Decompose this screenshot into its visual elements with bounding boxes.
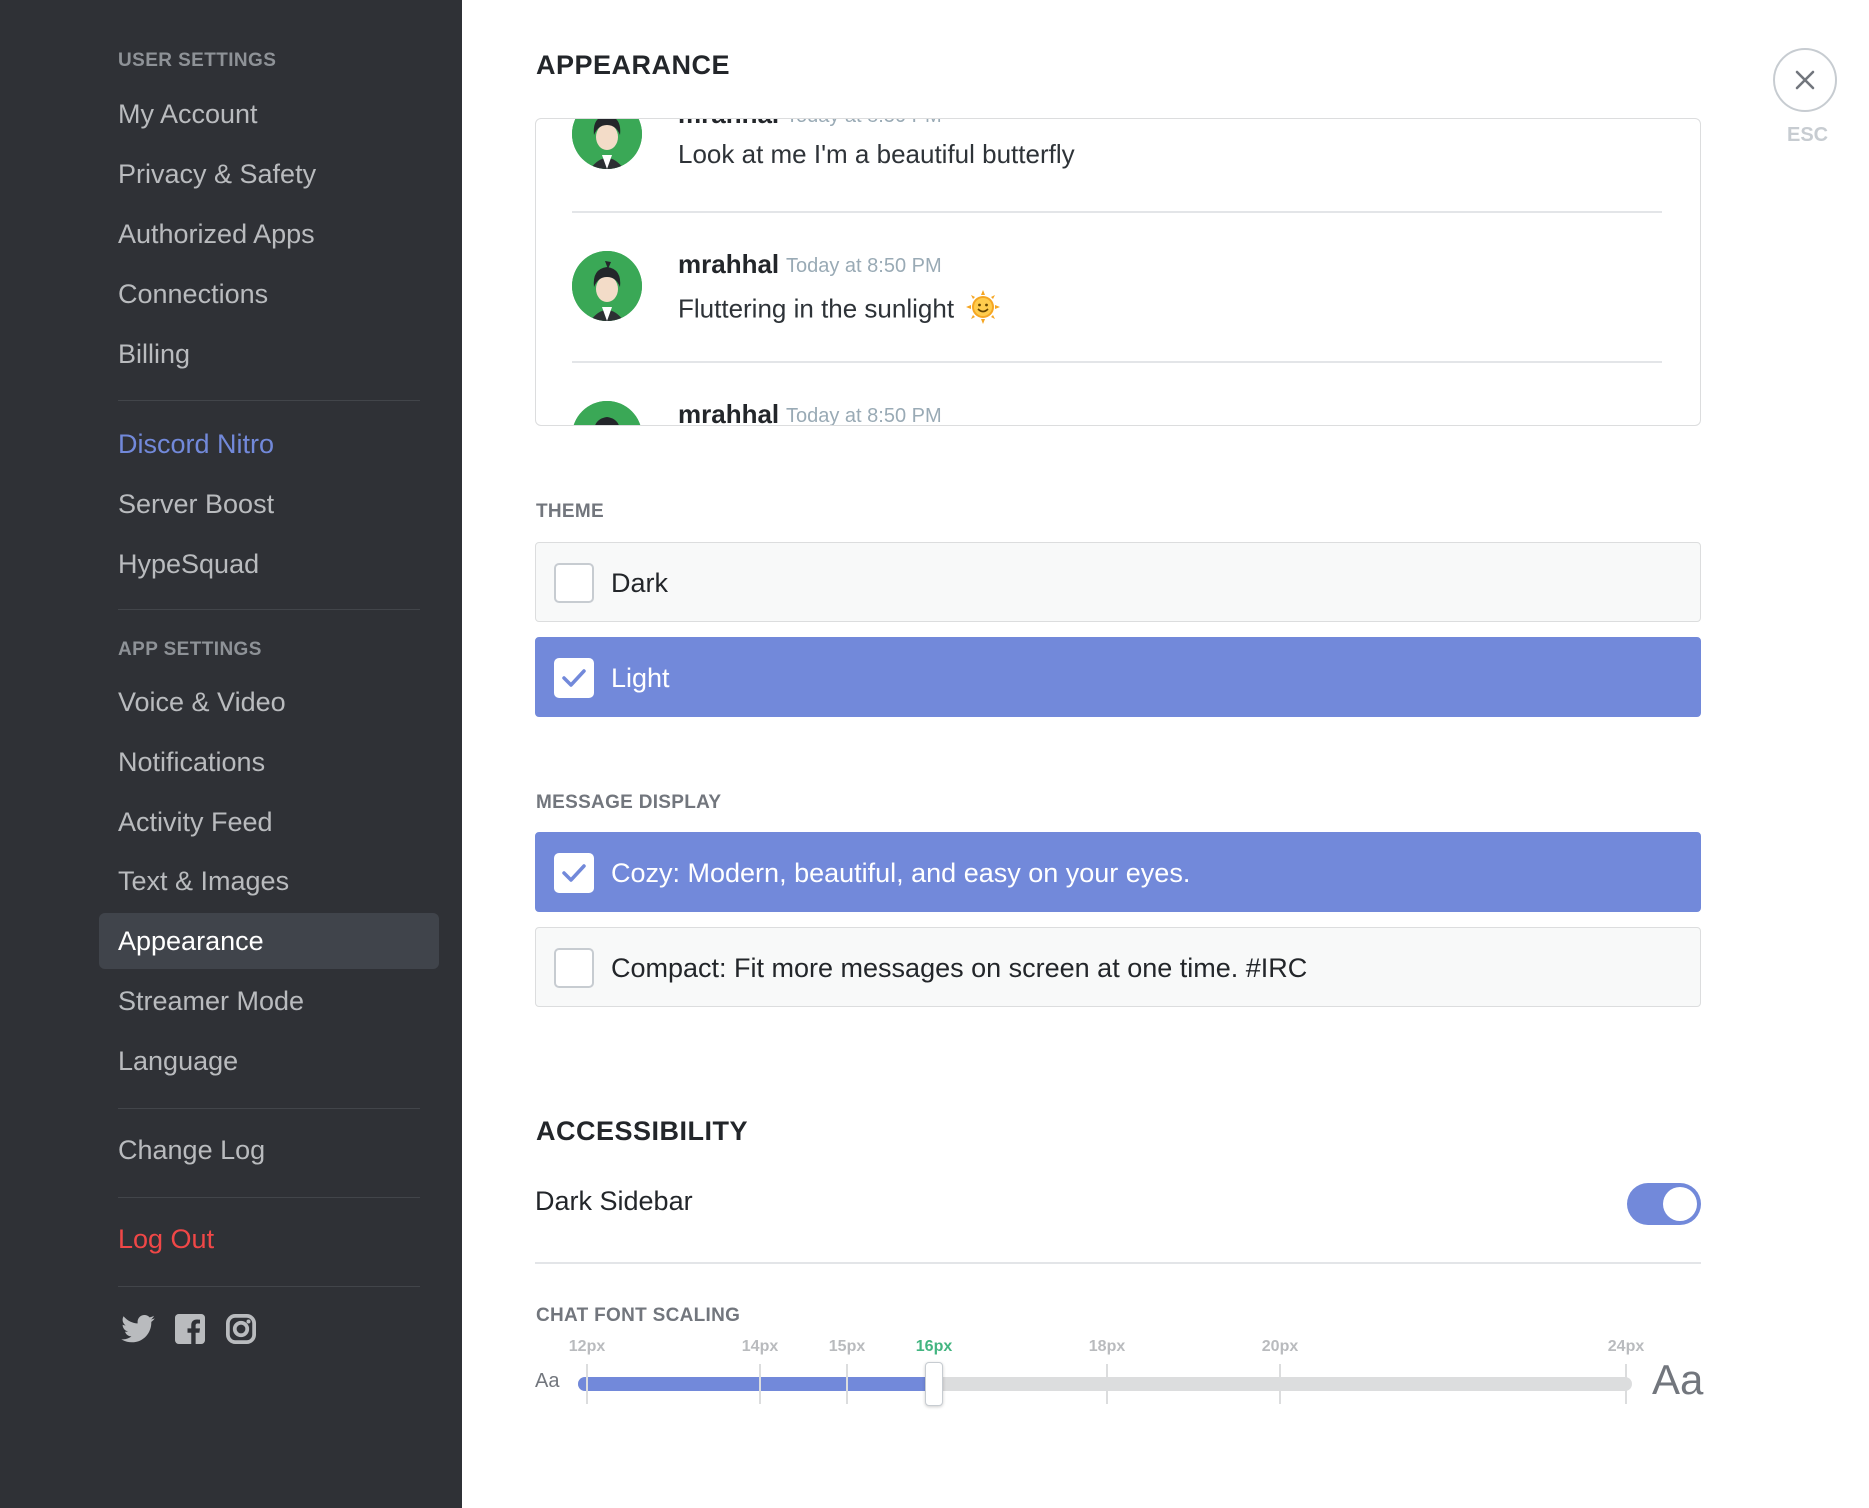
sidebar-divider bbox=[118, 1286, 420, 1287]
slider-tick bbox=[1279, 1364, 1281, 1404]
theme-option-dark[interactable]: Dark bbox=[535, 542, 1701, 622]
tick-label-20px: 20px bbox=[1261, 1338, 1299, 1355]
sidebar-item-server-boost[interactable]: Server Boost bbox=[99, 476, 439, 532]
theme-option-light[interactable]: Light bbox=[535, 637, 1701, 717]
tick-label-18px: 18px bbox=[1088, 1338, 1126, 1355]
sidebar-divider bbox=[118, 1108, 420, 1109]
message-display-header: MESSAGE DISPLAY bbox=[536, 792, 722, 813]
font-size-small-label: Aa bbox=[535, 1370, 560, 1392]
sidebar-item-discord-nitro[interactable]: Discord Nitro bbox=[99, 416, 439, 472]
settings-sidebar: USER SETTINGS My Account Privacy & Safet… bbox=[0, 0, 462, 1508]
sidebar-item-text-images[interactable]: Text & Images bbox=[99, 853, 439, 909]
twitter-icon[interactable] bbox=[119, 1310, 157, 1348]
accessibility-title: ACCESSIBILITY bbox=[536, 1116, 749, 1146]
slider-tick bbox=[759, 1364, 761, 1404]
user-settings-header: USER SETTINGS bbox=[118, 50, 277, 71]
tick-label-12px: 12px bbox=[568, 1338, 606, 1355]
sun-emoji-icon bbox=[965, 289, 1001, 332]
checkbox[interactable] bbox=[554, 563, 594, 603]
message-timestamp: Today at 8:50 PM bbox=[786, 255, 942, 277]
sidebar-item-log-out[interactable]: Log Out bbox=[99, 1211, 439, 1267]
sidebar-item-hypesquad[interactable]: HypeSquad bbox=[99, 536, 439, 592]
close-icon bbox=[1795, 70, 1815, 90]
preview-message: mrahhal Today at 8:50 PM Fluttering in t… bbox=[536, 229, 1700, 379]
avatar bbox=[572, 401, 642, 425]
message-divider bbox=[572, 361, 1662, 363]
message-timestamp: Today at 8:50 PM bbox=[786, 405, 942, 426]
font-size-large-label: Aa bbox=[1652, 1356, 1704, 1403]
preview-message: mrahhal Today at 8:50 PM bbox=[536, 379, 1700, 426]
font-scale-track-fill bbox=[578, 1377, 934, 1391]
tick-label-15px: 15px bbox=[828, 1338, 866, 1355]
message-text-row: Fluttering in the sunlight bbox=[678, 289, 1001, 332]
slider-tick bbox=[1106, 1364, 1108, 1404]
instagram-icon[interactable] bbox=[222, 1310, 260, 1348]
display-option-cozy[interactable]: Cozy: Modern, beautiful, and easy on you… bbox=[535, 832, 1701, 912]
avatar bbox=[572, 119, 642, 169]
slider-tick bbox=[1625, 1364, 1627, 1404]
checkmark-icon bbox=[562, 864, 586, 882]
sidebar-item-activity-feed[interactable]: Activity Feed bbox=[99, 794, 439, 850]
sidebar-item-language[interactable]: Language bbox=[99, 1033, 439, 1089]
chat-font-scaling-header: CHAT FONT SCALING bbox=[536, 1305, 741, 1326]
sidebar-item-appearance[interactable]: Appearance bbox=[99, 913, 439, 969]
close-button[interactable] bbox=[1773, 48, 1837, 112]
sidebar-divider bbox=[118, 1197, 420, 1198]
dark-sidebar-label: Dark Sidebar bbox=[535, 1186, 693, 1216]
sidebar-item-authorized-apps[interactable]: Authorized Apps bbox=[99, 206, 439, 262]
sidebar-item-connections[interactable]: Connections bbox=[99, 266, 439, 322]
message-author: mrahhal bbox=[678, 249, 780, 279]
sidebar-item-notifications[interactable]: Notifications bbox=[99, 734, 439, 790]
esc-label: ESC bbox=[1787, 124, 1829, 146]
message-text: Look at me I'm a beautiful butterfly bbox=[678, 139, 1075, 169]
message-divider bbox=[572, 211, 1662, 213]
option-label: Light bbox=[611, 663, 670, 693]
avatar bbox=[572, 251, 642, 321]
toggle-knob bbox=[1663, 1187, 1697, 1221]
dark-sidebar-toggle[interactable] bbox=[1627, 1183, 1701, 1225]
sidebar-divider bbox=[118, 609, 420, 610]
sidebar-item-change-log[interactable]: Change Log bbox=[99, 1122, 439, 1178]
font-scale-slider-handle[interactable] bbox=[925, 1362, 943, 1406]
sidebar-item-my-account[interactable]: My Account bbox=[99, 86, 439, 142]
option-label: Cozy: Modern, beautiful, and easy on you… bbox=[611, 858, 1191, 888]
tick-label-16px: 16px bbox=[915, 1338, 953, 1355]
message-author: mrahhal bbox=[678, 399, 780, 426]
facebook-icon[interactable] bbox=[171, 1310, 209, 1348]
message-timestamp: Today at 8:50 PM bbox=[786, 119, 942, 128]
sidebar-item-privacy-safety[interactable]: Privacy & Safety bbox=[99, 146, 439, 202]
theme-header: THEME bbox=[536, 501, 604, 522]
appearance-title: APPEARANCE bbox=[536, 50, 731, 80]
slider-tick bbox=[846, 1364, 848, 1404]
sidebar-item-streamer-mode[interactable]: Streamer Mode bbox=[99, 973, 439, 1029]
app-settings-header: APP SETTINGS bbox=[118, 639, 262, 660]
display-option-compact[interactable]: Compact: Fit more messages on screen at … bbox=[535, 927, 1701, 1007]
checkbox-checked[interactable] bbox=[554, 658, 594, 698]
tick-label-14px: 14px bbox=[741, 1338, 779, 1355]
sidebar-divider bbox=[118, 400, 420, 401]
message-author: mrahhal bbox=[678, 119, 779, 130]
option-label: Dark bbox=[611, 568, 669, 598]
sidebar-item-voice-video[interactable]: Voice & Video bbox=[99, 674, 439, 730]
sidebar-item-billing[interactable]: Billing bbox=[99, 326, 439, 382]
checkmark-icon bbox=[562, 669, 586, 687]
section-divider bbox=[535, 1262, 1701, 1264]
message-text: Fluttering in the sunlight bbox=[678, 293, 955, 324]
slider-tick bbox=[586, 1364, 588, 1404]
message-preview: mrahhal Today at 8:50 PM Look at me I'm … bbox=[535, 118, 1701, 426]
checkbox[interactable] bbox=[554, 948, 594, 988]
checkbox-checked[interactable] bbox=[554, 853, 594, 893]
tick-label-24px: 24px bbox=[1607, 1338, 1645, 1355]
option-label: Compact: Fit more messages on screen at … bbox=[611, 953, 1308, 983]
